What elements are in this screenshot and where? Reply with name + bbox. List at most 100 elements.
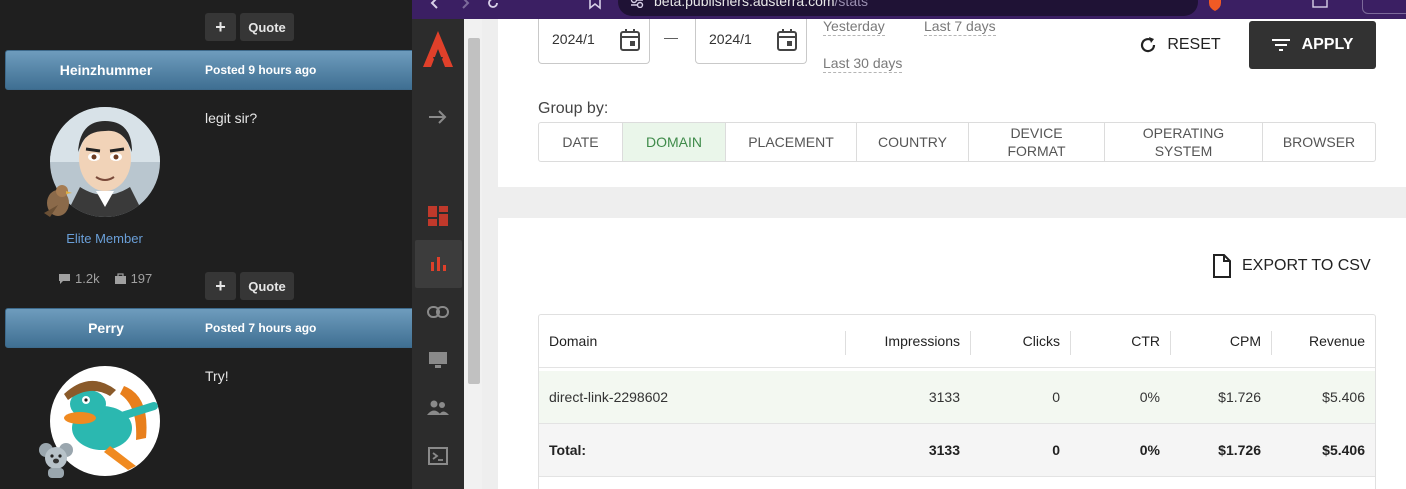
tab-label: FORMAT	[1007, 143, 1066, 159]
nav-websites[interactable]	[412, 336, 464, 384]
link-icon	[427, 306, 449, 318]
expand-nav-button[interactable]	[412, 93, 464, 141]
nav-rail	[412, 19, 464, 489]
add-reply-button[interactable]: +	[205, 13, 236, 41]
preset-last-7-days[interactable]: Last 7 days	[924, 18, 996, 36]
koala-badge-icon	[39, 443, 73, 478]
scrollbar-thumb[interactable]	[468, 38, 480, 384]
nav-api[interactable]	[412, 432, 464, 480]
cell-cpm: $1.726	[1218, 389, 1261, 405]
date-to-input[interactable]: 2024/1	[695, 19, 807, 64]
col-impressions[interactable]: Impressions	[845, 315, 970, 368]
post-actions: + Quote	[205, 272, 294, 300]
preset-last-30-days[interactable]: Last 30 days	[823, 55, 903, 73]
filter-icon	[1271, 39, 1290, 51]
comment-icon	[59, 273, 70, 284]
post-body: legit sir?	[205, 110, 258, 126]
member-rank: Elite Member	[66, 231, 143, 246]
total-ctr: 0%	[1139, 442, 1160, 458]
address-bar[interactable]: beta.publishers.adsterra.com/stats	[618, 0, 1198, 16]
apply-label: APPLY	[1301, 36, 1354, 53]
sidebar-toggle-icon[interactable]	[1312, 0, 1328, 8]
back-icon[interactable]	[428, 0, 442, 10]
cell-impressions: 3133	[928, 389, 960, 405]
col-domain[interactable]: Domain	[539, 315, 845, 368]
cell-revenue: $5.406	[1322, 389, 1365, 405]
bar-chart-icon	[430, 257, 446, 271]
post-date: Posted 9 hours ago	[205, 63, 317, 77]
url-path: /stats	[834, 0, 869, 9]
adsterra-logo-icon	[423, 31, 453, 67]
nav-statistics[interactable]	[415, 240, 462, 288]
forward-icon[interactable]	[458, 0, 472, 10]
date-from-value: 2024/1	[552, 31, 595, 47]
quote-button[interactable]: Quote	[240, 13, 294, 41]
nav-dashboard[interactable]	[412, 192, 464, 240]
group-by-label: Group by:	[538, 100, 609, 117]
date-to-value: 2024/1	[709, 31, 752, 47]
col-ctr[interactable]: CTR	[1070, 315, 1170, 368]
tab-device-format[interactable]: DEVICE FORMAT	[969, 123, 1105, 161]
post-header: Perry Posted 7 hours ago	[5, 308, 412, 348]
tab-label: OPERATING	[1142, 125, 1225, 141]
dashboard-icon	[428, 206, 448, 226]
post-body: Try!	[205, 368, 229, 384]
date-from-input[interactable]: 2024/1	[538, 19, 650, 64]
tab-label: DEVICE	[1010, 125, 1063, 141]
col-cpm[interactable]: CPM	[1170, 315, 1271, 368]
post-actions: + Quote	[205, 13, 294, 41]
tab-operating-system[interactable]: OPERATING SYSTEM	[1105, 123, 1263, 161]
file-icon	[1213, 254, 1231, 278]
calendar-icon[interactable]	[776, 28, 798, 52]
tab-placement[interactable]: PLACEMENT	[726, 123, 857, 161]
export-csv-button[interactable]: EXPORT TO CSV	[1212, 254, 1371, 278]
cell-domain: direct-link-2298602	[549, 389, 669, 405]
reset-button[interactable]: RESET	[1131, 21, 1229, 69]
tab-date[interactable]: DATE	[539, 123, 623, 161]
tab-label: SYSTEM	[1154, 143, 1213, 159]
date-range-separator: —	[664, 29, 678, 45]
nav-referrals[interactable]	[412, 384, 464, 432]
add-reply-button[interactable]: +	[205, 272, 236, 300]
calendar-icon[interactable]	[619, 28, 641, 52]
url-text: beta.publishers.adsterra.com/stats	[654, 0, 868, 9]
post-author[interactable]: Perry	[6, 309, 206, 347]
preset-yesterday[interactable]: Yesterday	[823, 18, 885, 36]
table-row: direct-link-2298602 3133 0 0% $1.726 $5.…	[539, 371, 1375, 424]
tab-label: PLACEMENT	[748, 134, 834, 150]
tab-country[interactable]: COUNTRY	[857, 123, 969, 161]
apply-button[interactable]: APPLY	[1249, 21, 1376, 69]
terminal-icon	[428, 447, 448, 465]
col-clicks[interactable]: Clicks	[970, 315, 1070, 368]
post-header: Heinzhummer Posted 9 hours ago	[5, 50, 412, 90]
total-label: Total:	[549, 442, 587, 458]
tab-browser[interactable]: BROWSER	[1263, 123, 1375, 161]
tab-label: DOMAIN	[646, 134, 702, 150]
tab-label: BROWSER	[1282, 134, 1356, 150]
nav-links[interactable]	[412, 288, 464, 336]
bookmark-icon[interactable]	[588, 0, 602, 10]
total-clicks: 0	[1052, 442, 1060, 458]
forum-panel: + Quote Heinzhummer Posted 9 hours ago l…	[0, 0, 412, 489]
profile-button[interactable]	[1362, 0, 1406, 14]
post-author[interactable]: Heinzhummer	[6, 51, 206, 89]
site-settings-icon[interactable]	[630, 0, 644, 8]
briefcase-icon	[114, 272, 126, 284]
url-host: beta.publishers.adsterra.com	[654, 0, 835, 9]
users-icon	[427, 400, 449, 415]
comment-count: 1.2k	[75, 271, 100, 286]
logo[interactable]	[412, 25, 464, 73]
refresh-icon	[1141, 37, 1156, 53]
total-cpm: $1.726	[1218, 442, 1261, 458]
table-header: Domain Impressions Clicks CTR CPM Revenu…	[539, 315, 1375, 368]
badge-count: 197	[130, 271, 153, 286]
tab-label: COUNTRY	[878, 134, 947, 150]
quote-button[interactable]: Quote	[240, 272, 294, 300]
tab-domain[interactable]: DOMAIN	[623, 123, 726, 161]
brave-shield-icon[interactable]	[1207, 0, 1223, 12]
reload-icon[interactable]	[486, 0, 500, 10]
export-label: EXPORT TO CSV	[1242, 257, 1371, 274]
group-by-tabs: DATE DOMAIN PLACEMENT COUNTRY DEVICE FORM…	[538, 122, 1376, 162]
col-revenue[interactable]: Revenue	[1271, 315, 1375, 368]
total-impressions: 3133	[928, 442, 960, 458]
